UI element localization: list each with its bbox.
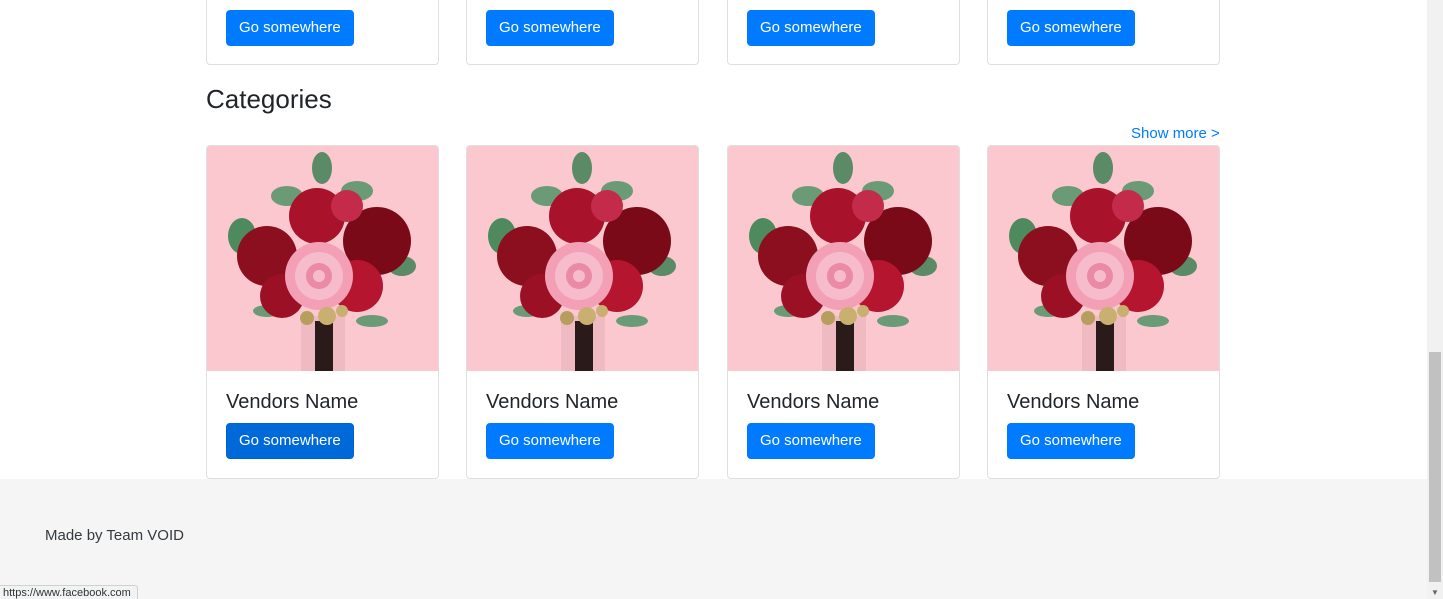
vendor-card: Go somewhere (727, 0, 960, 65)
status-bar-url: https://www.facebook.com (0, 585, 138, 599)
go-somewhere-button[interactable]: Go somewhere (1007, 423, 1135, 459)
go-somewhere-button[interactable]: Go somewhere (1007, 10, 1135, 46)
vendor-name: Vendors Name (747, 391, 880, 413)
flower-bouquet-icon (749, 152, 937, 371)
categories-heading: Categories (206, 84, 332, 114)
vendor-card: Go somewhere (987, 0, 1220, 65)
go-somewhere-button[interactable]: Go somewhere (486, 10, 614, 46)
flower-bouquet-icon (1009, 152, 1197, 371)
vendor-card: Go somewhere (466, 0, 699, 65)
footer-credit: Made by Team VOID (45, 527, 184, 544)
scrollbar-thumb[interactable] (1429, 352, 1441, 582)
flower-bouquet-icon (488, 152, 676, 371)
category-card: Vendors Name Go somewhere (466, 145, 699, 479)
vendor-name: Vendors Name (1007, 391, 1140, 413)
page-viewport: Go somewhere Go somewhere Go somewhere G… (0, 0, 1427, 599)
flower-bouquet-image (728, 146, 959, 371)
category-card: Vendors Name Go somewhere (987, 145, 1220, 479)
go-somewhere-button[interactable]: Go somewhere (486, 423, 614, 459)
page-footer: Made by Team VOID (0, 479, 1427, 599)
flower-bouquet-image (988, 146, 1219, 371)
go-somewhere-button[interactable]: Go somewhere (747, 423, 875, 459)
vendor-name: Vendors Name (226, 391, 359, 413)
scroll-down-arrow-icon[interactable]: ▼ (1427, 586, 1443, 599)
go-somewhere-button[interactable]: Go somewhere (226, 423, 354, 459)
category-card: Vendors Name Go somewhere (727, 145, 960, 479)
vendor-card: Go somewhere (206, 0, 439, 65)
flower-bouquet-icon (228, 152, 416, 371)
vertical-scrollbar[interactable]: ▼ (1427, 0, 1443, 599)
go-somewhere-button[interactable]: Go somewhere (226, 10, 354, 46)
category-card: Vendors Name Go somewhere (206, 145, 439, 479)
show-more-link[interactable]: Show more > (1131, 125, 1220, 142)
flower-bouquet-image (207, 146, 438, 371)
vendor-name: Vendors Name (486, 391, 619, 413)
flower-bouquet-image (467, 146, 698, 371)
go-somewhere-button[interactable]: Go somewhere (747, 10, 875, 46)
